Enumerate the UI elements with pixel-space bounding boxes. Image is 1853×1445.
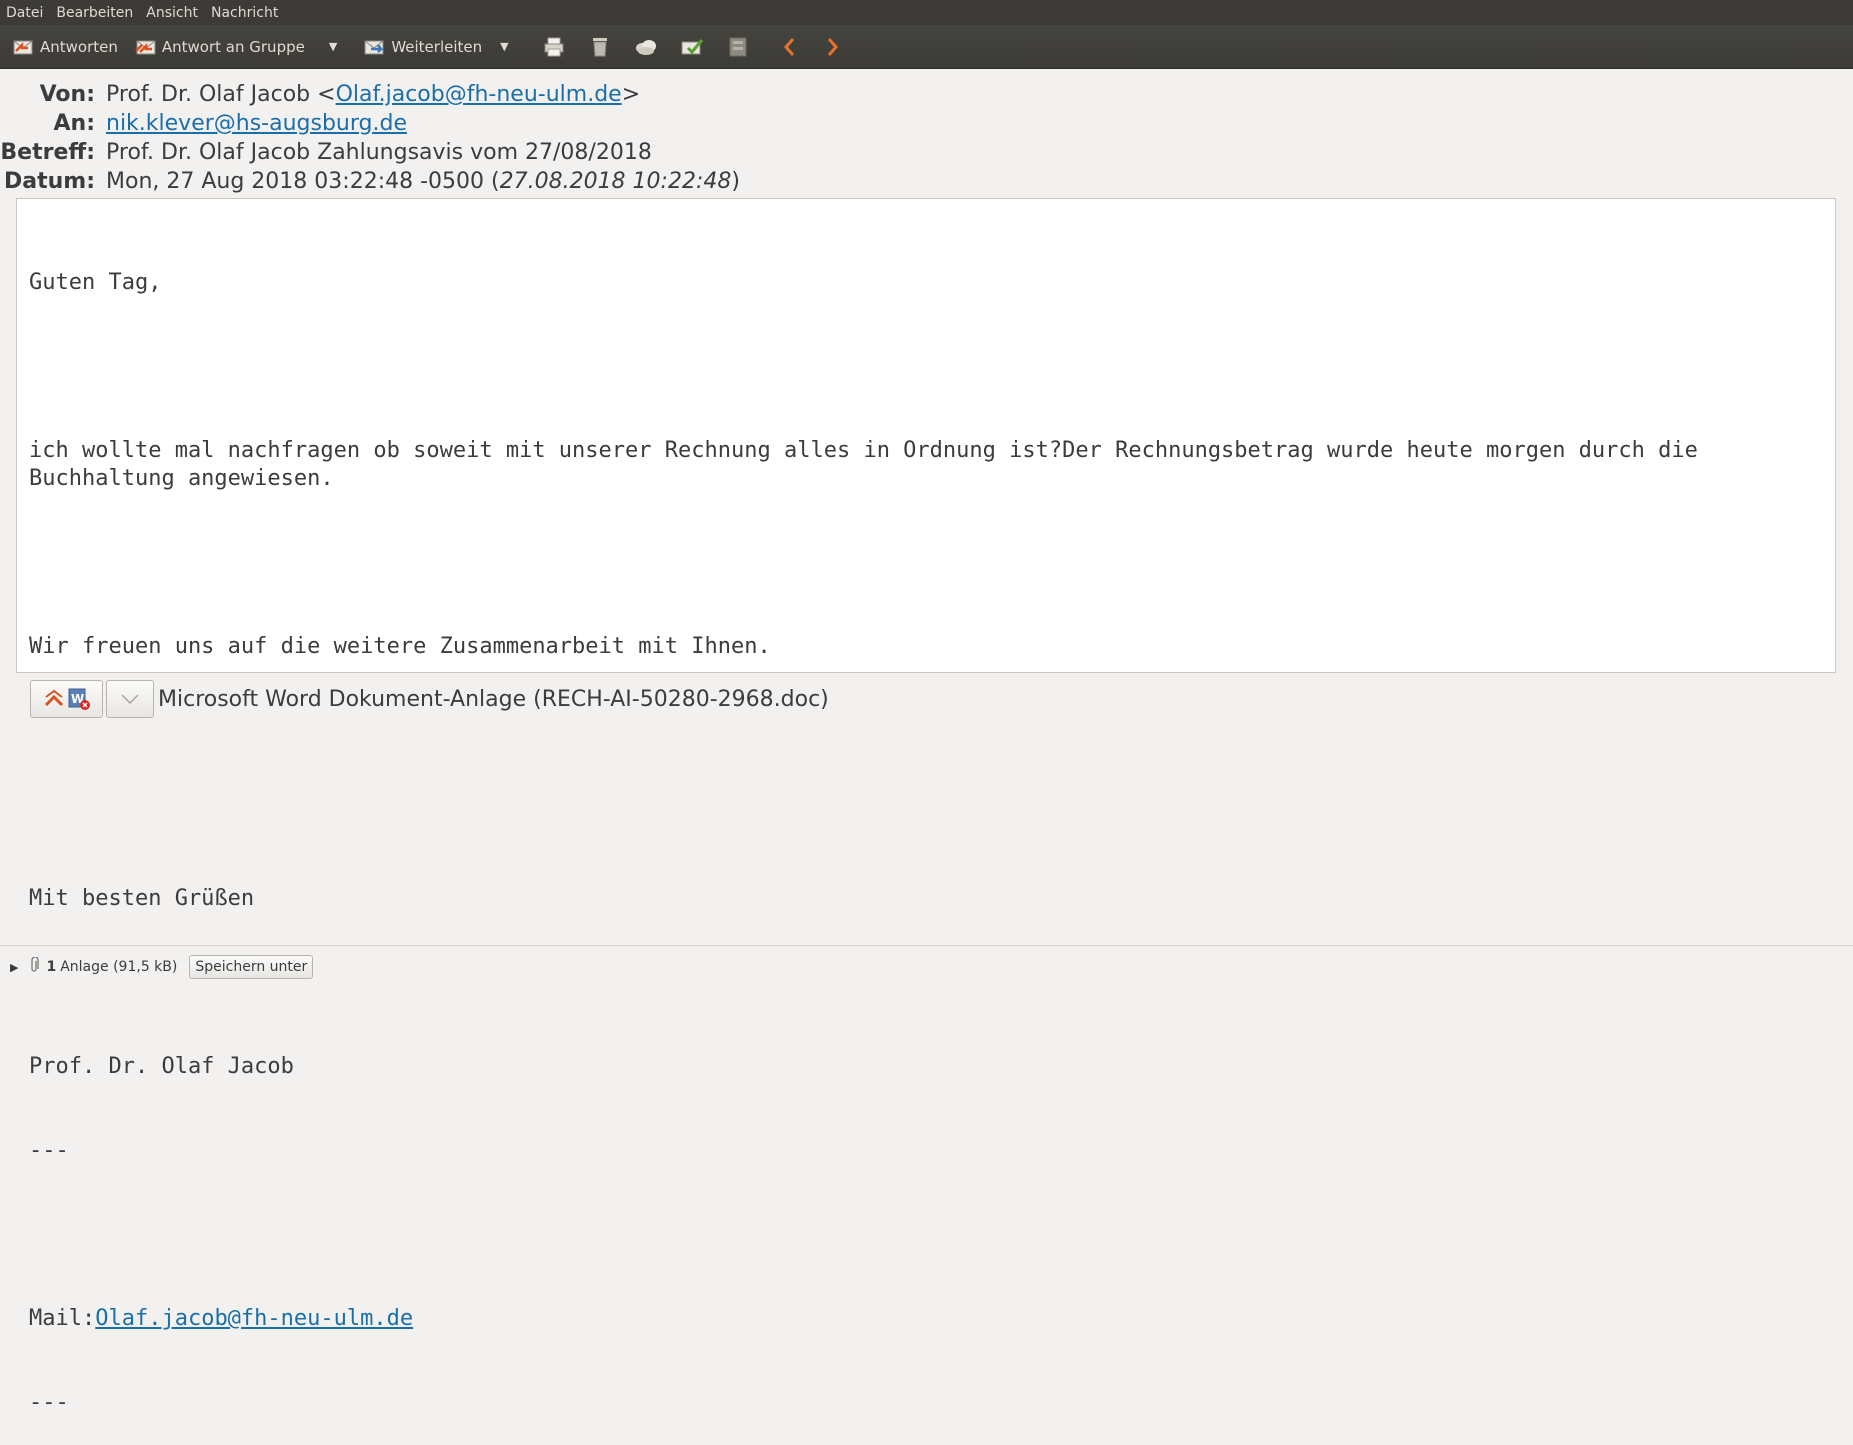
expand-attachments-toggle[interactable]: ▶ (10, 961, 18, 974)
reply-all-icon (134, 37, 158, 57)
date-local: 27.08.2018 10:22:48 (499, 169, 732, 194)
body-line-1: ich wollte mal nachfragen ob soweit mit … (29, 438, 1712, 491)
attachment-footer: ▶ 1 Anlage (91,5 kB) Speichern unter (0, 954, 1853, 980)
body-separator: --- (29, 1138, 69, 1163)
reply-all-button[interactable]: Antwort an Gruppe (130, 30, 309, 64)
forward-dropdown-arrow[interactable]: ▼ (500, 40, 508, 53)
body-greeting: Guten Tag, (29, 270, 162, 295)
forward-icon (363, 37, 387, 57)
next-arrow-icon (827, 37, 838, 56)
body-closing: Mit besten Grüßen (29, 886, 255, 911)
archive-button[interactable] (724, 33, 752, 61)
to-email-link[interactable]: nik.klever@hs-augsburg.de (106, 111, 407, 136)
date-label: Datum: (3, 169, 95, 194)
menu-datei[interactable]: Datei (6, 5, 43, 21)
date-value: Mon, 27 Aug 2018 03:22:48 -0500 (27.08.2… (106, 169, 740, 194)
from-label: Von: (39, 82, 95, 107)
previous-arrow-icon (783, 37, 794, 56)
delete-button[interactable] (586, 33, 614, 61)
body-blank (29, 717, 1823, 745)
attachment-expand-icon (44, 689, 63, 707)
save-as-button[interactable]: Speichern unter (189, 955, 314, 979)
body-mail-line: Mail:Olaf.jacob@fh-neu-ulm.de (29, 1305, 1823, 1333)
body-line-2: Wir freuen uns auf die weitere Zusammena… (29, 634, 771, 659)
attachment-dropdown-button[interactable] (106, 680, 154, 718)
mail-label: Mail: (29, 1306, 96, 1331)
menu-bearbeiten[interactable]: Bearbeiten (56, 5, 133, 21)
previous-message-button[interactable] (775, 33, 803, 61)
mark-not-junk-icon (681, 38, 703, 54)
attachment-open-button[interactable]: W (30, 680, 103, 718)
not-junk-button[interactable] (678, 33, 706, 61)
body-blank (29, 801, 1823, 829)
print-icon (544, 37, 564, 56)
attachment-bar: W Microsoft Word Dokument-Anlage (RECH-A… (30, 680, 829, 718)
menu-nachricht[interactable]: Nachricht (211, 5, 278, 21)
reply-button[interactable]: Antworten (8, 30, 122, 64)
chevron-down-icon (121, 694, 139, 705)
attachment-count: 1 (46, 959, 57, 975)
archive-icon (729, 37, 747, 56)
junk-icon (635, 39, 656, 55)
reply-all-dropdown-arrow[interactable]: ▼ (329, 40, 337, 53)
menubar: Datei Bearbeiten Ansicht Nachricht (0, 0, 1853, 25)
trash-icon (592, 37, 607, 56)
forward-button[interactable]: Weiterleiten (359, 30, 486, 64)
from-name: Prof. Dr. Olaf Jacob < (106, 82, 336, 107)
paperclip-icon (28, 956, 40, 977)
body-separator: --- (29, 1390, 69, 1415)
body-blank (29, 1221, 1823, 1249)
to-label: An: (53, 111, 96, 136)
next-message-button[interactable] (819, 33, 847, 61)
reply-label: Antworten (40, 37, 118, 56)
junk-button[interactable] (632, 33, 660, 61)
print-button[interactable] (540, 33, 568, 61)
word-document-icon: W (68, 688, 90, 710)
body-signature: Prof. Dr. Olaf Jacob (29, 1054, 294, 1079)
body-blank (29, 549, 1823, 577)
from-suffix: > (621, 82, 641, 107)
footer-divider (0, 945, 1853, 946)
header-date-row: Datum: Mon, 27 Aug 2018 03:22:48 -0500 (… (0, 167, 1853, 196)
message-body: Guten Tag, ich wollte mal nachfragen ob … (16, 198, 1836, 1415)
attachment-summary: Anlage (91,5 kB) (60, 959, 178, 975)
attachment-name: Microsoft Word Dokument-Anlage (RECH-AI-… (158, 686, 829, 712)
header-subject-row: Betreff: Prof. Dr. Olaf Jacob Zahlungsav… (0, 138, 1853, 167)
from-value: Prof. Dr. Olaf Jacob <Olaf.jacob@fh-neu-… (106, 82, 640, 107)
reply-all-label: Antwort an Gruppe (161, 37, 305, 56)
header-from-row: Von: Prof. Dr. Olaf Jacob <Olaf.jacob@fh… (0, 80, 1853, 109)
toolbar: Antworten Antwort an Gruppe ▼ Weiterleit… (0, 25, 1853, 69)
subject-value: Prof. Dr. Olaf Jacob Zahlungsavis vom 27… (106, 140, 652, 165)
forward-label: Weiterleiten (391, 37, 483, 56)
subject-label: Betreff: (0, 140, 95, 165)
message-headers: Von: Prof. Dr. Olaf Jacob <Olaf.jacob@fh… (0, 80, 1853, 196)
date-suffix: ) (731, 169, 740, 194)
header-to-row: An: nik.klever@hs-augsburg.de (0, 109, 1853, 138)
mail-link[interactable]: Olaf.jacob@fh-neu-ulm.de (95, 1306, 413, 1331)
from-email-link[interactable]: Olaf.jacob@fh-neu-ulm.de (336, 82, 622, 107)
to-value: nik.klever@hs-augsburg.de (106, 111, 407, 136)
body-blank (29, 353, 1823, 381)
date-text: Mon, 27 Aug 2018 03:22:48 -0500 ( (106, 169, 500, 194)
reply-icon (12, 37, 36, 57)
menu-ansicht[interactable]: Ansicht (146, 5, 198, 21)
